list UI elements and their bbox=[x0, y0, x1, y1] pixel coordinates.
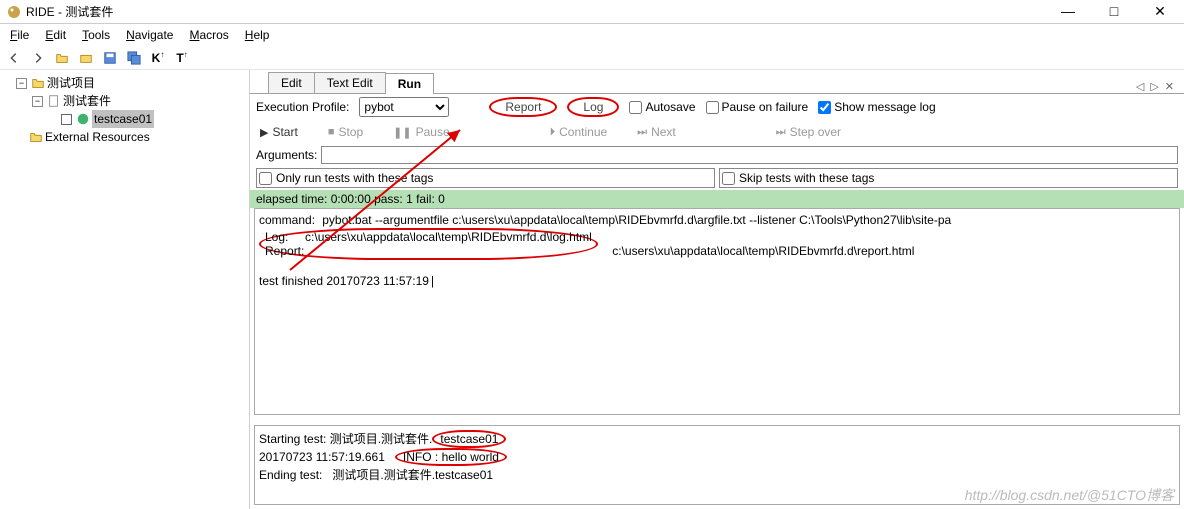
folder-icon bbox=[31, 76, 45, 90]
menu-tools[interactable]: Tools bbox=[76, 26, 116, 44]
out-cmd: pybot.bat --argumentfile c:\users\xu\app… bbox=[322, 213, 951, 227]
message-log-pane[interactable]: Starting test: 测试项目.测试套件.testcase01 2017… bbox=[254, 425, 1180, 505]
app-icon bbox=[6, 4, 22, 20]
tree-root-label: 测试项目 bbox=[47, 74, 95, 92]
menu-help[interactable]: Help bbox=[239, 26, 276, 44]
start-button[interactable]: ▶Start bbox=[260, 125, 298, 139]
annotation-testcase: testcase01 bbox=[432, 430, 506, 448]
only-tags-checkbox[interactable] bbox=[259, 172, 272, 185]
report-button[interactable]: Report bbox=[489, 97, 557, 117]
msglog-label: Show message log bbox=[834, 100, 935, 114]
save-all-icon[interactable] bbox=[124, 48, 144, 68]
pause-on-failure-checkbox[interactable] bbox=[706, 101, 719, 114]
run-row: Execution Profile: pybot Report Log Auto… bbox=[250, 94, 1184, 120]
collapse-icon[interactable]: − bbox=[32, 96, 43, 107]
forward-icon[interactable] bbox=[28, 48, 48, 68]
tree-case-label: testcase01 bbox=[92, 110, 154, 128]
maximize-button[interactable]: □ bbox=[1100, 3, 1128, 20]
right-panel: Edit Text Edit Run ◁ ▷ ✕ Execution Profi… bbox=[250, 70, 1184, 509]
out-cmd-label: command: bbox=[259, 213, 315, 227]
output-pane[interactable]: command: pybot.bat --argumentfile c:\use… bbox=[254, 208, 1180, 415]
tree-panel: − 测试项目 − 测试套件 bbox=[0, 70, 250, 509]
folder-open-icon[interactable] bbox=[52, 48, 72, 68]
save-icon[interactable] bbox=[100, 48, 120, 68]
profile-select[interactable]: pybot bbox=[359, 97, 449, 117]
pass-icon bbox=[76, 112, 90, 126]
exec-row: ▶Start ■Stop ❚❚Pause ⏵Continue ⏭Next ⏭St… bbox=[250, 120, 1184, 144]
pause-button[interactable]: ❚❚Pause bbox=[393, 125, 449, 139]
file-icon bbox=[47, 94, 61, 108]
msg-line3: Ending test: 测试项目.测试套件.testcase01 bbox=[259, 468, 493, 482]
next-button[interactable]: ⏭Next bbox=[637, 125, 676, 139]
out-log: c:\users\xu\appdata\local\temp\RIDEbvmrf… bbox=[305, 230, 592, 244]
arguments-input[interactable] bbox=[321, 146, 1178, 164]
arguments-row: Arguments: bbox=[250, 144, 1184, 166]
minimize-button[interactable]: — bbox=[1054, 3, 1082, 20]
status-bar: elapsed time: 0:00:00 pass: 1 fail: 0 bbox=[250, 190, 1184, 208]
variable-icon[interactable]: T↑ bbox=[172, 48, 192, 68]
out-report: c:\users\xu\appdata\local\temp\RIDEbvmrf… bbox=[612, 244, 914, 258]
pause-label: Pause on failure bbox=[722, 100, 809, 114]
autosave-checkbox[interactable] bbox=[629, 101, 642, 114]
tab-textedit[interactable]: Text Edit bbox=[314, 72, 386, 93]
only-tags-label: Only run tests with these tags bbox=[276, 171, 433, 185]
skip-tags-label: Skip tests with these tags bbox=[739, 171, 874, 185]
out-finished: test finished 20170723 11:57:19 bbox=[259, 274, 429, 288]
menubar: File Edit Tools Navigate Macros Help bbox=[0, 24, 1184, 46]
close-button[interactable]: ✕ bbox=[1146, 3, 1174, 20]
tabrow: Edit Text Edit Run ◁ ▷ ✕ bbox=[250, 70, 1184, 94]
back-icon[interactable] bbox=[4, 48, 24, 68]
menu-edit[interactable]: Edit bbox=[39, 26, 72, 44]
tree-root[interactable]: − 测试项目 − 测试套件 bbox=[16, 74, 249, 128]
tabnav-prev-icon[interactable]: ◁ bbox=[1136, 80, 1144, 93]
menu-macros[interactable]: Macros bbox=[183, 26, 234, 44]
tree-external[interactable]: External Resources bbox=[16, 128, 249, 146]
tree-external-label: External Resources bbox=[45, 128, 150, 146]
keyword-icon[interactable]: K↑ bbox=[148, 48, 168, 68]
menu-navigate[interactable]: Navigate bbox=[120, 26, 179, 44]
folder-icon bbox=[29, 130, 43, 144]
tabnav-next-icon[interactable]: ▷ bbox=[1150, 80, 1158, 93]
collapse-icon[interactable]: − bbox=[16, 78, 27, 89]
tab-edit[interactable]: Edit bbox=[268, 72, 315, 93]
profile-label: Execution Profile: bbox=[256, 100, 349, 114]
titlebar: RIDE - 测试套件 — □ ✕ bbox=[0, 0, 1184, 24]
tabnav: ◁ ▷ ✕ bbox=[1136, 80, 1184, 93]
annotation-log-report: Log: c:\users\xu\appdata\local\temp\RIDE… bbox=[259, 228, 598, 260]
stepover-button[interactable]: ⏭Step over bbox=[776, 125, 841, 139]
tree-suite-label: 测试套件 bbox=[63, 92, 111, 110]
skip-tags-checkbox[interactable] bbox=[722, 172, 735, 185]
only-tags-box[interactable]: Only run tests with these tags bbox=[256, 168, 715, 188]
window-title: RIDE - 测试套件 bbox=[26, 3, 1054, 20]
toolbar: K↑ T↑ bbox=[0, 46, 1184, 70]
stop-button[interactable]: ■Stop bbox=[328, 125, 363, 139]
autosave-label: Autosave bbox=[645, 100, 695, 114]
tree-suite[interactable]: − 测试套件 testcase01 bbox=[32, 92, 249, 128]
log-button[interactable]: Log bbox=[567, 97, 619, 117]
folder-icon[interactable] bbox=[76, 48, 96, 68]
show-message-log-checkbox[interactable] bbox=[818, 101, 831, 114]
tab-run[interactable]: Run bbox=[385, 73, 434, 94]
menu-file[interactable]: File bbox=[4, 26, 35, 44]
main: − 测试项目 − 测试套件 bbox=[0, 70, 1184, 509]
out-report-label: Report: bbox=[265, 244, 304, 258]
out-log-label: Log: bbox=[265, 230, 288, 244]
tree-case[interactable]: testcase01 bbox=[48, 110, 249, 128]
continue-button[interactable]: ⏵Continue bbox=[550, 125, 608, 139]
msg-line1a: Starting test: 测试项目.测试套件. bbox=[259, 432, 432, 446]
tag-row: Only run tests with these tags Skip test… bbox=[250, 166, 1184, 190]
msg-line2a: 20170723 11:57:19.661 bbox=[259, 450, 395, 464]
tabnav-close-icon[interactable]: ✕ bbox=[1165, 80, 1174, 93]
arguments-label: Arguments: bbox=[256, 148, 317, 162]
annotation-info: INFO : hello world bbox=[395, 448, 507, 466]
testcase-checkbox[interactable] bbox=[61, 114, 72, 125]
window-controls: — □ ✕ bbox=[1054, 3, 1174, 20]
skip-tags-box[interactable]: Skip tests with these tags bbox=[719, 168, 1178, 188]
